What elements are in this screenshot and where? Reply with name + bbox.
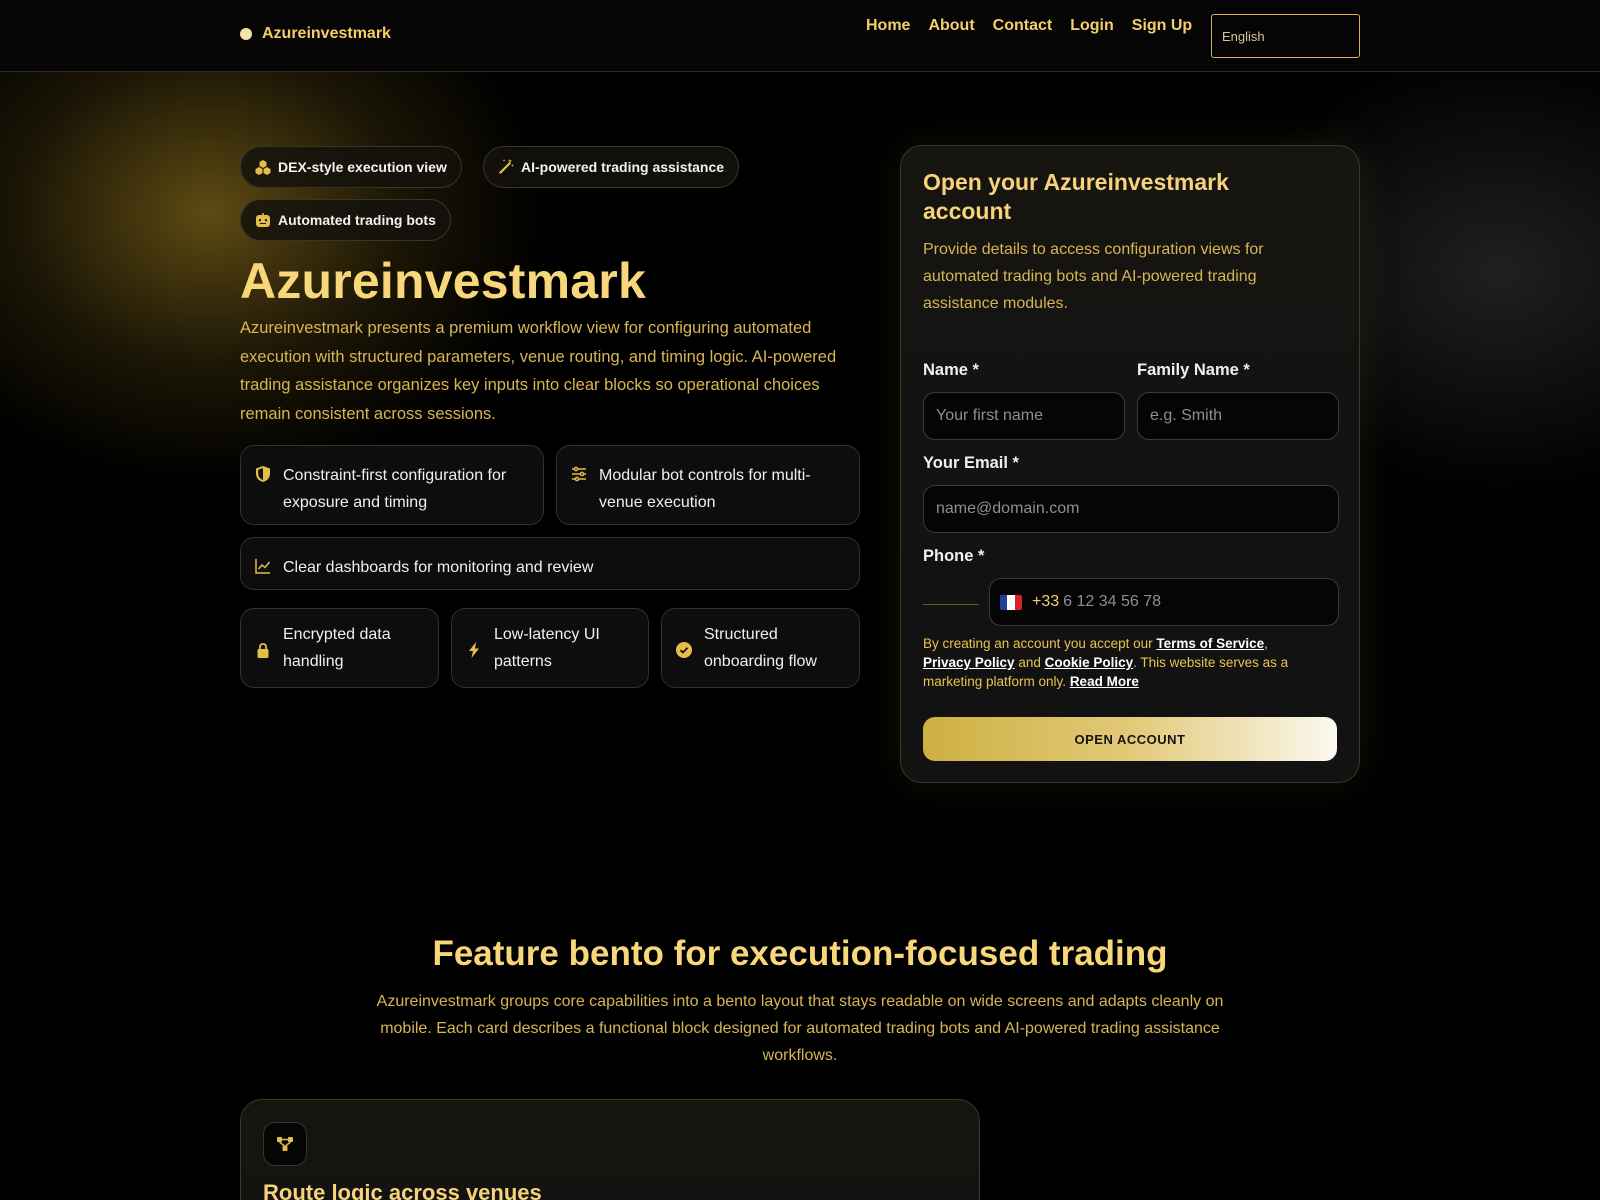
- nav-login-link[interactable]: Login: [1070, 17, 1114, 35]
- badge-text: Encrypted data handling: [283, 626, 391, 670]
- chip-trading-bots: Automated trading bots: [240, 199, 451, 241]
- france-flag-icon: [1000, 594, 1022, 610]
- email-input[interactable]: [923, 485, 1339, 533]
- flag-stripe: [1007, 594, 1015, 610]
- form-title: Open your Azureinvestmark account: [923, 169, 1229, 224]
- sliders-icon: [571, 464, 587, 482]
- legal-notice: By creating an account you accept our Te…: [923, 634, 1333, 691]
- form-subtitle: Provide details to access configuration …: [923, 241, 1264, 312]
- badge-encrypted-data: Encrypted data handling: [240, 608, 439, 688]
- chip-label: AI-powered trading assistance: [521, 159, 725, 175]
- terms-of-service-link[interactable]: Terms of Service: [1156, 636, 1264, 651]
- shield-icon: [255, 464, 271, 482]
- hero-title: Azureinvestmark: [240, 253, 646, 309]
- phone-label: Phone *: [923, 547, 985, 565]
- lightning-icon: [466, 640, 482, 658]
- family-name-input[interactable]: [1137, 392, 1339, 440]
- feature-text: Clear dashboards for monitoring and revi…: [283, 559, 594, 576]
- country-code-select[interactable]: [923, 604, 979, 605]
- cubes-icon: [255, 160, 271, 175]
- brand-dot-icon: [240, 28, 252, 40]
- legal-and: and: [1014, 655, 1045, 670]
- badge-text: Structured onboarding flow: [704, 626, 817, 670]
- nav-contact-link[interactable]: Contact: [993, 17, 1053, 35]
- chip-dex-execution: DEX-style execution view: [240, 146, 462, 188]
- check-circle-icon: [676, 640, 692, 658]
- route-nodes-icon: [263, 1122, 307, 1166]
- legal-comma: ,: [1264, 636, 1268, 651]
- feature-dashboards: Clear dashboards for monitoring and revi…: [240, 537, 860, 590]
- brand-logo[interactable]: Azureinvestmark: [240, 25, 391, 43]
- nav-signup-link[interactable]: Sign Up: [1132, 17, 1192, 35]
- robot-icon: [256, 213, 270, 227]
- chip-ai-assistance: AI-powered trading assistance: [483, 146, 740, 188]
- feature-constraint-first: Constraint-first configuration for expos…: [240, 445, 544, 525]
- signup-form-card: Open your Azureinvestmark account Provid…: [900, 145, 1360, 783]
- phone-field[interactable]: +33: [989, 578, 1339, 626]
- bento-card-title: Route logic across venues: [263, 1180, 542, 1200]
- bento-card-route-logic: Route logic across venues: [240, 1099, 980, 1200]
- family-name-label: Family Name *: [1137, 361, 1250, 379]
- line-chart-icon: [255, 556, 271, 574]
- email-label: Your Email *: [923, 454, 1019, 472]
- chip-label: DEX-style execution view: [278, 159, 447, 175]
- badge-text: Low-latency UI patterns: [494, 626, 600, 670]
- feature-text: Constraint-first configuration for expos…: [283, 467, 507, 511]
- first-name-input[interactable]: [923, 392, 1125, 440]
- privacy-policy-link[interactable]: Privacy Policy: [923, 655, 1015, 670]
- dial-code: +33: [1032, 593, 1060, 610]
- feature-text: Modular bot controls for multi-venue exe…: [599, 467, 811, 511]
- bento-section-description: Azureinvestmark groups core capabilities…: [376, 993, 1224, 1064]
- language-select[interactable]: English: [1211, 14, 1360, 58]
- bento-section-title: Feature bento for execution-focused trad…: [432, 934, 1168, 973]
- lock-icon: [255, 640, 271, 658]
- legal-prefix: By creating an account you accept our: [923, 636, 1157, 651]
- chip-label: Automated trading bots: [278, 212, 436, 228]
- badge-structured-onboarding: Structured onboarding flow: [661, 608, 860, 688]
- flag-stripe: [1014, 594, 1022, 610]
- feature-modular-controls: Modular bot controls for multi-venue exe…: [556, 445, 860, 525]
- nav-about-link[interactable]: About: [928, 17, 974, 35]
- main-nav: Home About Contact Login Sign Up: [866, 17, 1192, 35]
- nav-home-link[interactable]: Home: [866, 17, 910, 35]
- badge-low-latency: Low-latency UI patterns: [451, 608, 649, 688]
- magic-wand-icon: [499, 159, 514, 174]
- phone-input[interactable]: [1063, 593, 1304, 611]
- brand-name: Azureinvestmark: [262, 25, 391, 42]
- top-navigation-bar: Azureinvestmark Home About Contact Login…: [0, 0, 1600, 72]
- flag-stripe: [1000, 594, 1008, 610]
- read-more-link[interactable]: Read More: [1070, 674, 1139, 689]
- open-account-button[interactable]: OPEN ACCOUNT: [923, 717, 1337, 761]
- hero-description: Azureinvestmark presents a premium workf…: [240, 319, 837, 423]
- cookie-policy-link[interactable]: Cookie Policy: [1045, 655, 1134, 670]
- first-name-label: Name *: [923, 361, 979, 379]
